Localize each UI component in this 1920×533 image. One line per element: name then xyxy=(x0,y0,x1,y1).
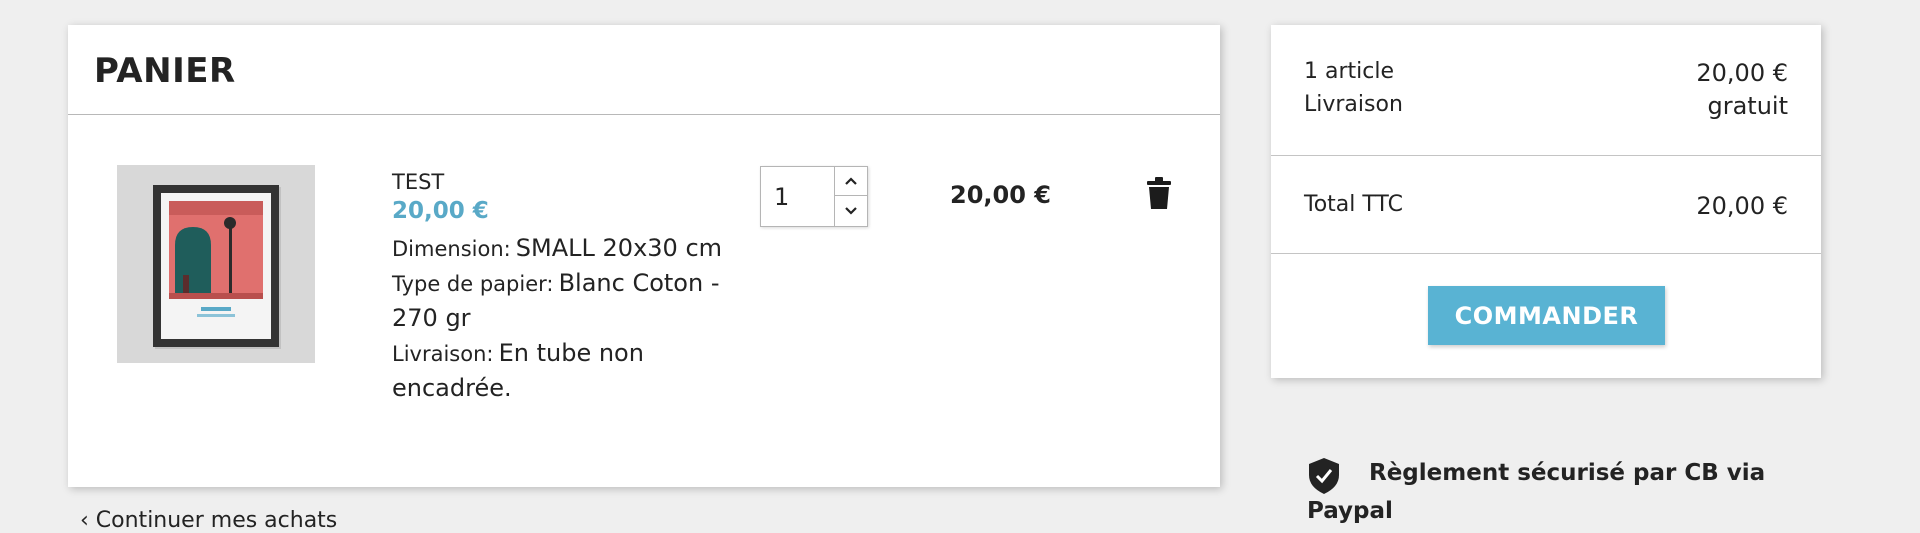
secure-text-line1: Règlement sécurisé par CB via xyxy=(1369,460,1766,486)
summary-shipping-label: Livraison xyxy=(1304,92,1403,117)
secure-text-line2: Paypal xyxy=(1307,498,1393,524)
attribute-label: Livraison: xyxy=(392,342,494,366)
summary-shipping-row: Livraison gratuit xyxy=(1304,92,1788,120)
summary-shipping-value: gratuit xyxy=(1707,92,1788,120)
attribute-dimension: Dimension: SMALL 20x30 cm xyxy=(392,232,722,267)
continue-shopping-link[interactable]: ‹ Continuer mes achats xyxy=(80,508,337,533)
summary-divider xyxy=(1271,155,1821,156)
chevron-left-icon: ‹ xyxy=(80,508,96,533)
line-total-price: 20,00 € xyxy=(950,181,1051,209)
quantity-increase-button[interactable] xyxy=(834,167,867,196)
cart-summary-card: 1 article 20,00 € Livraison gratuit Tota… xyxy=(1271,25,1821,378)
cart-header: PANIER xyxy=(68,25,1220,115)
cart-card: PANIER TEST 20,00 € Dimension: SMALL 20x… xyxy=(68,25,1220,487)
attribute-delivery: Livraison: En tube non encadrée. xyxy=(392,337,722,407)
attribute-value: SMALL 20x30 cm xyxy=(515,234,723,262)
secure-payment-text: Règlement sécurisé par CB via Paypal xyxy=(1307,454,1767,530)
summary-items-value: 20,00 € xyxy=(1696,59,1788,87)
summary-divider xyxy=(1271,253,1821,254)
summary-total-value: 20,00 € xyxy=(1696,192,1788,220)
summary-total-row: Total TTC 20,00 € xyxy=(1304,192,1788,220)
attribute-label: Type de papier: xyxy=(392,272,554,296)
framed-poster-image xyxy=(117,165,315,363)
summary-items-row: 1 article 20,00 € xyxy=(1304,59,1788,87)
quantity-stepper xyxy=(760,166,868,227)
checkout-button[interactable]: COMMANDER xyxy=(1428,286,1665,345)
product-name-link[interactable]: TEST xyxy=(392,168,722,196)
secure-payment-notice: Règlement sécurisé par CB via Paypal xyxy=(1307,454,1767,530)
attribute-label: Dimension: xyxy=(392,237,511,261)
summary-total-label: Total TTC xyxy=(1304,192,1403,217)
trash-icon xyxy=(1147,177,1171,209)
chevron-down-icon xyxy=(845,207,857,215)
product-thumbnail[interactable] xyxy=(117,165,315,363)
remove-item-button[interactable] xyxy=(1146,177,1172,209)
product-details: TEST 20,00 € Dimension: SMALL 20x30 cm T… xyxy=(392,168,722,407)
continue-shopping-label: Continuer mes achats xyxy=(95,508,338,533)
product-attributes: Dimension: SMALL 20x30 cm Type de papier… xyxy=(392,232,722,407)
cart-title: PANIER xyxy=(94,51,236,91)
quantity-input[interactable] xyxy=(761,167,834,226)
product-unit-price: 20,00 € xyxy=(392,198,489,224)
summary-items-label: 1 article xyxy=(1304,59,1394,84)
quantity-decrease-button[interactable] xyxy=(834,196,867,226)
shield-check-icon xyxy=(1309,458,1339,494)
attribute-paper-type: Type de papier: Blanc Coton - 270 gr xyxy=(392,267,722,337)
chevron-up-icon xyxy=(845,177,857,185)
